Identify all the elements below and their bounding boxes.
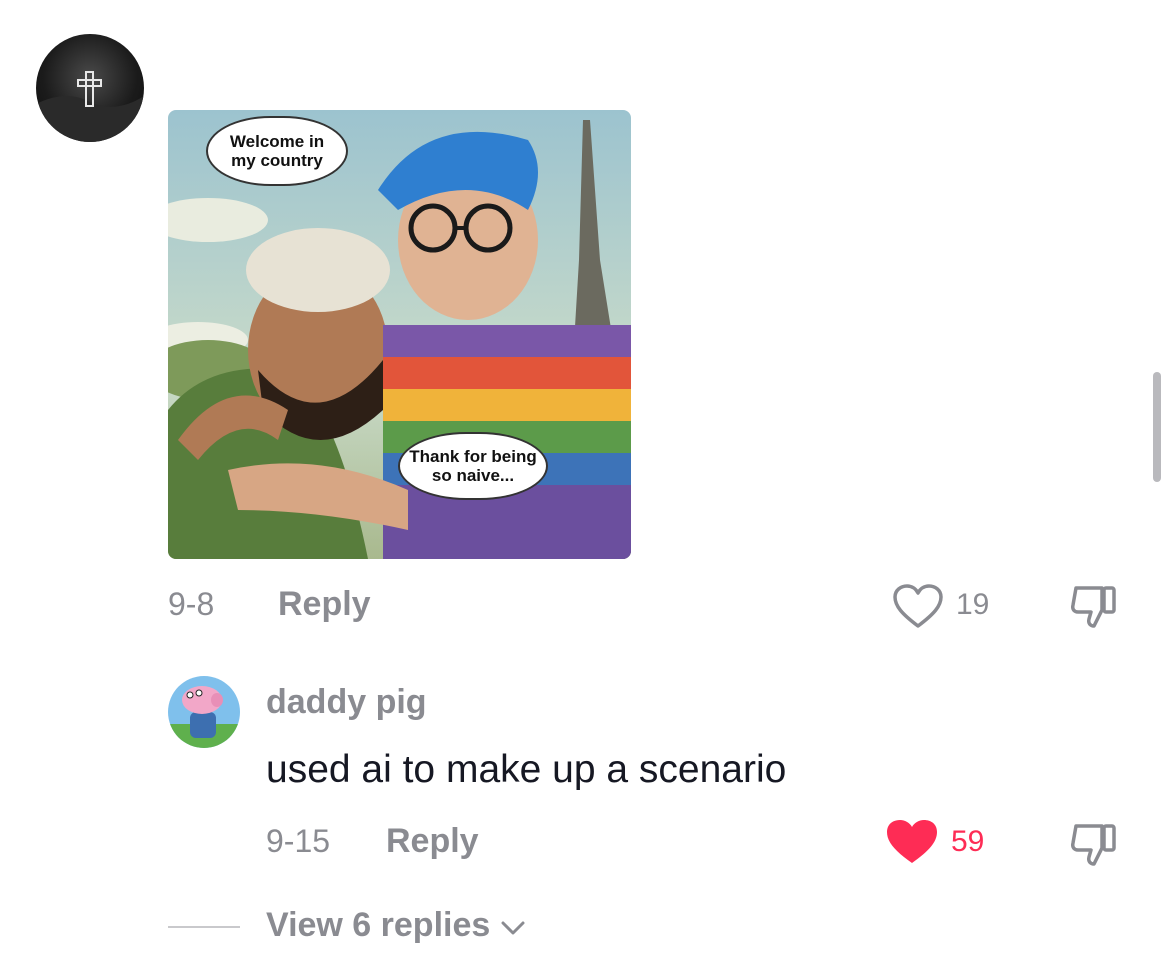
- like-count: 59: [951, 825, 985, 858]
- view-replies-button[interactable]: View 6 replies: [266, 906, 526, 945]
- comment-username[interactable]: daddy pig: [266, 683, 427, 722]
- bubble-top-line2: my country: [231, 151, 323, 170]
- like-button[interactable]: [885, 818, 939, 866]
- like-button[interactable]: [892, 583, 944, 629]
- comment-text: used ai to make up a scenario: [266, 748, 787, 791]
- comment-time: 9-8: [168, 586, 215, 622]
- comment-image[interactable]: Welcome in my country Thank for being so…: [168, 110, 631, 559]
- view-replies-label: View 6 replies: [266, 906, 491, 944]
- thought-bubble-bottom: Thank for being so naive...: [398, 432, 548, 500]
- dislike-icon: [1071, 824, 1116, 866]
- daddy-pig-avatar[interactable]: [168, 676, 240, 748]
- heart-outline-icon: [893, 584, 943, 628]
- bubble-top-line1: Welcome in: [229, 132, 325, 151]
- dislike-icon: [1071, 586, 1116, 628]
- commenter-avatar[interactable]: [36, 34, 144, 142]
- thought-bubble-top: Welcome in my country: [206, 116, 348, 186]
- bubble-bottom-line2: so naive...: [431, 466, 515, 485]
- cross-icon: [36, 71, 144, 142]
- bubble-bottom-line1: Thank for being: [409, 447, 537, 466]
- like-count: 19: [956, 588, 990, 621]
- reply-button[interactable]: Reply: [278, 585, 371, 624]
- scrollbar[interactable]: [1153, 372, 1161, 482]
- heart-filled-icon: [887, 820, 937, 863]
- pig-icon: [168, 686, 240, 748]
- comment-time: 9-15: [266, 823, 331, 859]
- dislike-button[interactable]: [1068, 582, 1120, 632]
- chevron-down-icon: [501, 921, 525, 934]
- dislike-button[interactable]: [1068, 820, 1120, 870]
- replies-divider: [168, 926, 240, 928]
- reply-button[interactable]: Reply: [386, 822, 479, 861]
